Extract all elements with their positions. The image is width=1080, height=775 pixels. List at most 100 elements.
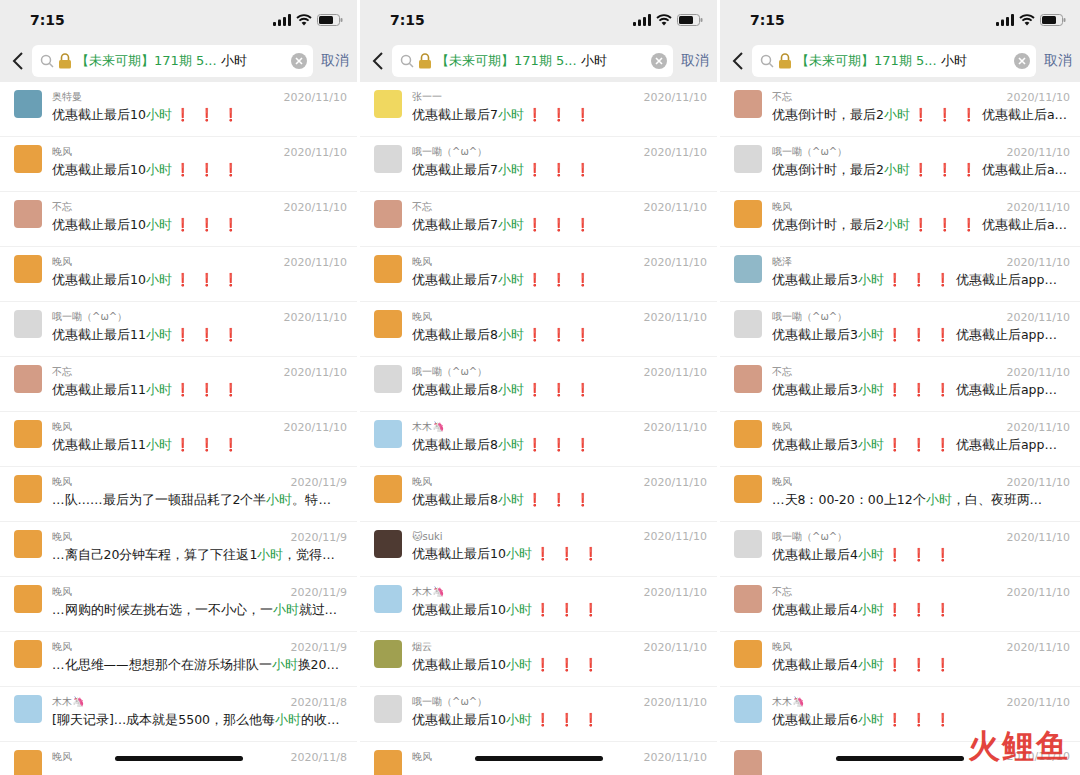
result-body: 哦一嘞（^ω^）2020/11/10优惠截止最后11小时❗ ❗ ❗ <box>52 310 347 344</box>
result-meta: 不忘2020/11/10 <box>412 200 707 214</box>
result-row[interactable]: 晚风2020/11/9…离自己20分钟车程，算了下往返1小时，觉得… <box>0 522 357 577</box>
result-body: 晚风2020/11/10优惠截止最后11小时❗ ❗ ❗ <box>52 420 347 454</box>
message-date: 2020/11/10 <box>1007 641 1070 654</box>
message-date: 2020/11/10 <box>284 146 347 159</box>
message-segment: 优惠截止最后10 <box>412 546 506 561</box>
result-row[interactable]: 不忘2020/11/10优惠倒计时，最后2小时❗ ❗ ❗优惠截止后a… <box>720 82 1080 137</box>
result-row[interactable]: 晚风2020/11/10优惠截止最后8小时❗ ❗ ❗ <box>360 302 717 357</box>
status-bar: 7:15 <box>720 0 1080 40</box>
avatar <box>734 365 762 393</box>
result-row[interactable]: 张一一2020/11/10优惠截止最后7小时❗ ❗ ❗ <box>360 82 717 137</box>
clear-icon[interactable] <box>1014 53 1030 69</box>
result-row[interactable]: 烟云2020/11/10优惠截止最后10小时❗ ❗ ❗ <box>360 632 717 687</box>
result-row[interactable]: 晚风2020/11/10优惠截止最后11小时❗ ❗ ❗ <box>0 412 357 467</box>
message-segment: ❗ ❗ ❗ <box>175 162 241 177</box>
result-body: 不忘2020/11/10优惠截止最后11小时❗ ❗ ❗ <box>52 365 347 399</box>
message-date: 2020/11/10 <box>644 201 707 214</box>
result-row[interactable]: 不忘2020/11/10 优惠截止最后10小时❗ ❗ ❗ <box>0 192 357 247</box>
status-icons <box>273 14 343 26</box>
result-meta: 不忘2020/11/10 <box>52 200 347 214</box>
result-row[interactable]: 不忘2020/11/10优惠截止最后7小时❗ ❗ ❗ <box>360 192 717 247</box>
message-segment: 优惠截止后app… <box>956 272 1057 287</box>
message-text: [聊天记录]…成本就是5500，那么他每小时的收… <box>52 712 347 729</box>
back-arrow-icon[interactable] <box>732 51 744 71</box>
message-date: 2020/11/9 <box>291 531 347 544</box>
message-date: 2020/11/10 <box>644 641 707 654</box>
result-meta: 晚风2020/11/9 <box>52 585 347 599</box>
result-body: 木木🦄2020/11/10优惠截止最后6小时❗ ❗ ❗ <box>772 695 1070 729</box>
result-row[interactable]: 哦一嘞（^ω^）2020/11/10优惠截止最后7小时❗ ❗ ❗ <box>360 137 717 192</box>
result-row[interactable]: 晚风2020/11/10优惠截止最后10小时❗ ❗ ❗ <box>0 247 357 302</box>
result-row[interactable]: 晓泽2020/11/10优惠截止最后3小时❗ ❗ ❗优惠截止后app… <box>720 247 1080 302</box>
result-row[interactable]: 晚风2020/11/10优惠截止最后7小时❗ ❗ ❗ <box>360 247 717 302</box>
result-row[interactable]: 奥特曼2020/11/10优惠截止最后10小时❗ ❗ ❗ <box>0 82 357 137</box>
avatar <box>14 90 42 118</box>
message-date: 2020/11/10 <box>644 421 707 434</box>
message-date: 2020/11/8 <box>291 751 347 764</box>
cancel-button[interactable]: 取消 <box>321 52 349 70</box>
message-segment: …队……最后为了一顿甜品耗了2个半 <box>52 492 266 507</box>
result-row[interactable]: 🐱suki2020/11/10优惠截止最后10小时❗ ❗ ❗ <box>360 522 717 577</box>
search-field[interactable]: 【未来可期】171期 5...小时 <box>32 45 313 77</box>
sender-name: 晚风 <box>52 145 72 159</box>
result-list: 不忘2020/11/10优惠倒计时，最后2小时❗ ❗ ❗优惠截止后a…哦一嘞（^… <box>720 82 1080 775</box>
watermark: 火鲤鱼 <box>968 725 1070 769</box>
result-row[interactable]: 晚风2020/11/10…天8：00-20：00上12个小时，白、夜班两… <box>720 467 1080 522</box>
result-row[interactable]: 晚风2020/11/10优惠截止最后8小时❗ ❗ ❗ <box>360 467 717 522</box>
avatar <box>14 365 42 393</box>
back-arrow-icon[interactable] <box>12 51 24 71</box>
message-text: 优惠截止最后10小时❗ ❗ ❗ <box>52 217 347 234</box>
search-field[interactable]: 【未来可期】171期 5...小时 <box>392 45 673 77</box>
result-meta: 不忘2020/11/10 <box>772 365 1070 379</box>
message-text: 优惠截止最后4小时❗ ❗ ❗ <box>772 602 1070 619</box>
message-segment: 优惠截止最后8 <box>412 382 498 397</box>
result-row[interactable]: 不忘2020/11/10优惠截止最后3小时❗ ❗ ❗优惠截止后app… <box>720 357 1080 412</box>
result-row[interactable]: 哦一嘞（^ω^）2020/11/10优惠截止最后11小时❗ ❗ ❗ <box>0 302 357 357</box>
result-row[interactable]: 晚风2020/11/10优惠截止最后10小时❗ ❗ ❗ <box>0 137 357 192</box>
result-row[interactable]: 晚风2020/11/9…化思维——想想那个在游乐场排队一小时换20… <box>0 632 357 687</box>
message-segment: ❗ ❗ ❗ <box>535 546 601 561</box>
sender-name: 张一一 <box>412 90 442 104</box>
sender-name: 木木🦄 <box>412 585 444 599</box>
result-row[interactable]: 哦一嘞（^ω^）2020/11/10优惠截止最后8小时❗ ❗ ❗ <box>360 357 717 412</box>
back-arrow-icon[interactable] <box>372 51 384 71</box>
cancel-button[interactable]: 取消 <box>1044 52 1072 70</box>
result-meta: 哦一嘞（^ω^）2020/11/10 <box>772 145 1070 159</box>
result-row[interactable]: 晚风2020/11/10优惠截止最后3小时❗ ❗ ❗优惠截止后app… <box>720 412 1080 467</box>
cancel-button[interactable]: 取消 <box>681 52 709 70</box>
clear-icon[interactable] <box>651 53 667 69</box>
result-row[interactable]: 哦一嘞（^ω^）2020/11/10 优惠截止最后4小时❗ ❗ ❗ <box>720 522 1080 577</box>
message-segment: 优惠倒计时，最后2 <box>772 217 884 232</box>
result-row[interactable]: 晚风2020/11/10优惠倒计时，最后2小时❗ ❗ ❗优惠截止后a… <box>720 192 1080 247</box>
result-row[interactable]: 哦一嘞（^ω^）2020/11/10优惠截止最后3小时❗ ❗ ❗优惠截止后app… <box>720 302 1080 357</box>
phone-screen: 7:15【未来可期】171期 5...小时取消张一一2020/11/10优惠截止… <box>360 0 717 775</box>
result-row[interactable]: 晚风2020/11/9…网购的时候左挑右选，一不小心，一小时就过… <box>0 577 357 632</box>
result-row[interactable]: 哦一嘞（^ω^）2020/11/10优惠倒计时，最后2小时❗ ❗ ❗优惠截止后a… <box>720 137 1080 192</box>
search-icon <box>40 54 54 68</box>
result-row[interactable]: 木木🦄2020/11/10优惠截止最后8小时❗ ❗ ❗ <box>360 412 717 467</box>
message-segment: 优惠截止后a… <box>982 107 1067 122</box>
result-row[interactable]: 不忘2020/11/10优惠截止最后4小时❗ ❗ ❗ <box>720 577 1080 632</box>
result-row[interactable]: 晚风2020/11/10优惠截止最后4小时❗ ❗ ❗ <box>720 632 1080 687</box>
message-segment: 优惠截止最后3 <box>772 327 858 342</box>
result-row[interactable]: 木木🦄2020/11/8[聊天记录]…成本就是5500，那么他每小时的收… <box>0 687 357 742</box>
sender-name: 不忘 <box>772 90 792 104</box>
sender-name: 晚风 <box>772 640 792 654</box>
message-segment: 小时 <box>146 162 172 177</box>
sender-name: 晚风 <box>52 585 72 599</box>
sender-name: 晚风 <box>772 200 792 214</box>
result-meta: 哦一嘞（^ω^）2020/11/10 <box>772 530 1070 544</box>
search-field[interactable]: 【未来可期】171期 5...小时 <box>752 45 1036 77</box>
result-row[interactable]: 晚风2020/11/9…队……最后为了一顿甜品耗了2个半小时。特… <box>0 467 357 522</box>
sender-name: 🐱suki <box>412 531 443 542</box>
avatar <box>374 475 402 503</box>
result-row[interactable]: 不忘2020/11/10优惠截止最后11小时❗ ❗ ❗ <box>0 357 357 412</box>
avatar <box>14 420 42 448</box>
result-row[interactable]: 哦一嘞（^ω^）2020/11/10优惠截止最后10小时❗ ❗ ❗ <box>360 687 717 742</box>
result-row[interactable]: 木木🦄2020/11/10优惠截止最后10小时❗ ❗ ❗ <box>360 577 717 632</box>
clear-icon[interactable] <box>291 53 307 69</box>
search-icon <box>760 54 774 68</box>
message-date: 2020/11/10 <box>644 366 707 379</box>
result-meta: 晚风2020/11/10 <box>412 310 707 324</box>
message-text: 优惠截止最后4小时❗ ❗ ❗ <box>772 547 1070 564</box>
